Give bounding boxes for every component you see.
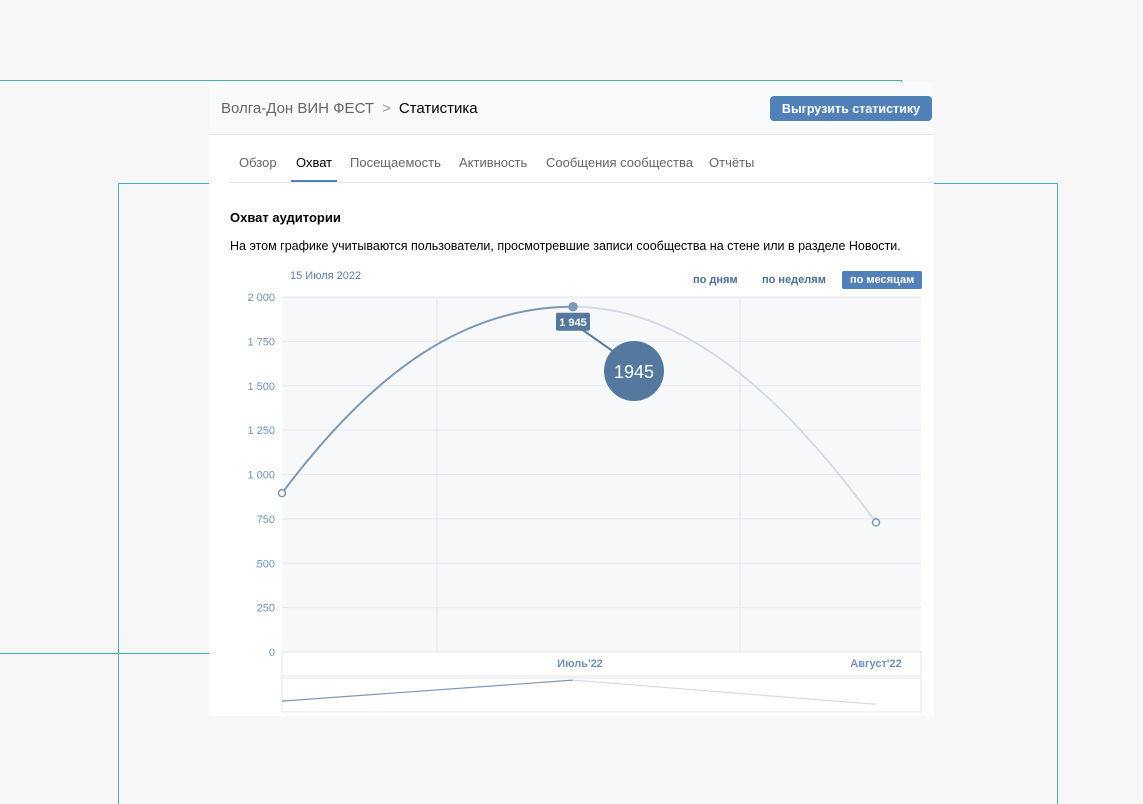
y-tick-label: 2 000 <box>247 292 275 304</box>
tooltip-value: 1 945 <box>559 317 587 329</box>
y-tick-label: 500 <box>257 558 275 570</box>
navigator <box>281 677 922 713</box>
callout-value: 1945 <box>614 362 654 382</box>
y-tick-label: 1 000 <box>247 470 275 482</box>
y-tick-label: 1 250 <box>247 425 275 437</box>
reach-chart[interactable]: 0 250 500 750 1 000 1 250 1 500 1 750 2 000 Июль'… <box>0 0 1143 804</box>
y-tick-label: 0 <box>269 647 275 659</box>
y-tick-label: 750 <box>257 514 275 526</box>
y-tick-label: 250 <box>257 603 275 615</box>
x-tick-label: Август'22 <box>850 658 902 670</box>
y-tick-label: 1 750 <box>247 336 275 348</box>
data-point <box>871 518 881 527</box>
data-point <box>277 488 287 498</box>
x-tick-label: Июль'22 <box>557 658 603 670</box>
y-tick-label: 1 500 <box>247 381 275 393</box>
data-point <box>568 302 578 312</box>
